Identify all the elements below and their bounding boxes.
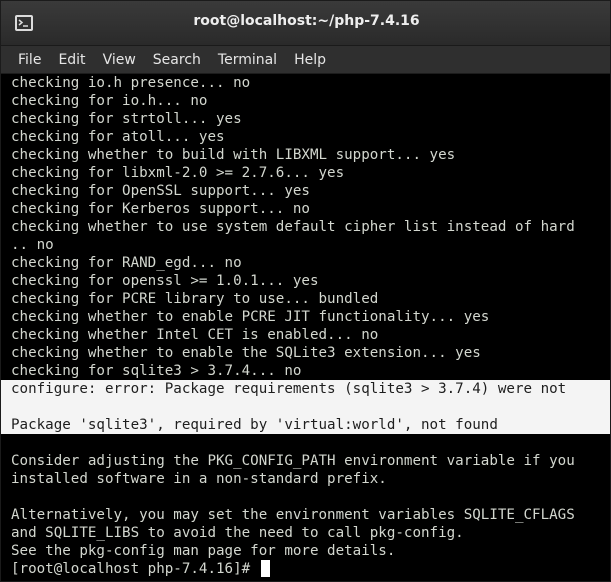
title-bar[interactable]: root@localhost:~/php-7.4.16 <box>1 1 610 46</box>
shell-prompt: [root@localhost php-7.4.16]# <box>11 561 259 577</box>
terminal-line: checking for RAND_egd... no <box>11 255 242 271</box>
menu-bar: File Edit View Search Terminal Help <box>1 46 610 74</box>
menu-view[interactable]: View <box>96 47 143 73</box>
terminal-line: See the pkg-config man page for more det… <box>11 543 396 559</box>
terminal-prompt-line[interactable]: [root@localhost php-7.4.16]# <box>11 560 610 578</box>
terminal-line: checking for Kerberos support... no <box>11 201 310 217</box>
terminal-line: Package 'sqlite3', required by 'virtual:… <box>1 416 610 434</box>
text-cursor <box>260 560 270 577</box>
menu-file[interactable]: File <box>11 47 48 73</box>
terminal-line: Consider adjusting the PKG_CONFIG_PATH e… <box>11 453 575 469</box>
terminal-line: checking io.h presence... no <box>11 75 251 91</box>
terminal-line: checking whether Intel CET is enabled...… <box>11 327 379 343</box>
terminal-line: configure: error: Package requirements (… <box>1 380 610 398</box>
menu-search[interactable]: Search <box>146 47 208 73</box>
terminal-line <box>1 398 610 416</box>
terminal-line: checking for OpenSSL support... yes <box>11 183 310 199</box>
terminal-line: checking for io.h... no <box>11 93 208 109</box>
terminal-line: checking for PCRE library to use... bund… <box>11 291 379 307</box>
terminal-line: checking whether to use system default c… <box>11 219 575 235</box>
terminal-line: checking for libxml-2.0 >= 2.7.6... yes <box>11 165 345 181</box>
terminal-window: root@localhost:~/php-7.4.16 File Edit Vi… <box>0 0 611 582</box>
terminal-line: checking whether to build with LIBXML su… <box>11 147 456 163</box>
window-title: root@localhost:~/php-7.4.16 <box>193 13 420 29</box>
terminal-line: .. no <box>11 237 54 253</box>
terminal-line: checking whether to enable PCRE JIT func… <box>11 309 490 325</box>
terminal-line: checking for sqlite3 > 3.7.4... no <box>11 363 302 379</box>
menu-edit[interactable]: Edit <box>51 47 92 73</box>
terminal-line: checking for strtoll... yes <box>11 111 242 127</box>
terminal-line: installed software in a non-standard pre… <box>11 471 387 487</box>
terminal-lines: checking io.h presence... no checking for… <box>1 74 610 578</box>
menu-terminal[interactable]: Terminal <box>211 47 284 73</box>
terminal-line: checking for atoll... yes <box>11 129 225 145</box>
terminal-output[interactable]: checking io.h presence... no checking for… <box>1 74 610 581</box>
terminal-line: checking for openssl >= 1.0.1... yes <box>11 273 319 289</box>
terminal-line: checking whether to enable the SQLite3 e… <box>11 345 481 361</box>
menu-help[interactable]: Help <box>287 47 333 73</box>
terminal-line: Alternatively, you may set the environme… <box>11 507 575 523</box>
terminal-line: and SQLITE_LIBS to avoid the need to cal… <box>11 525 464 541</box>
